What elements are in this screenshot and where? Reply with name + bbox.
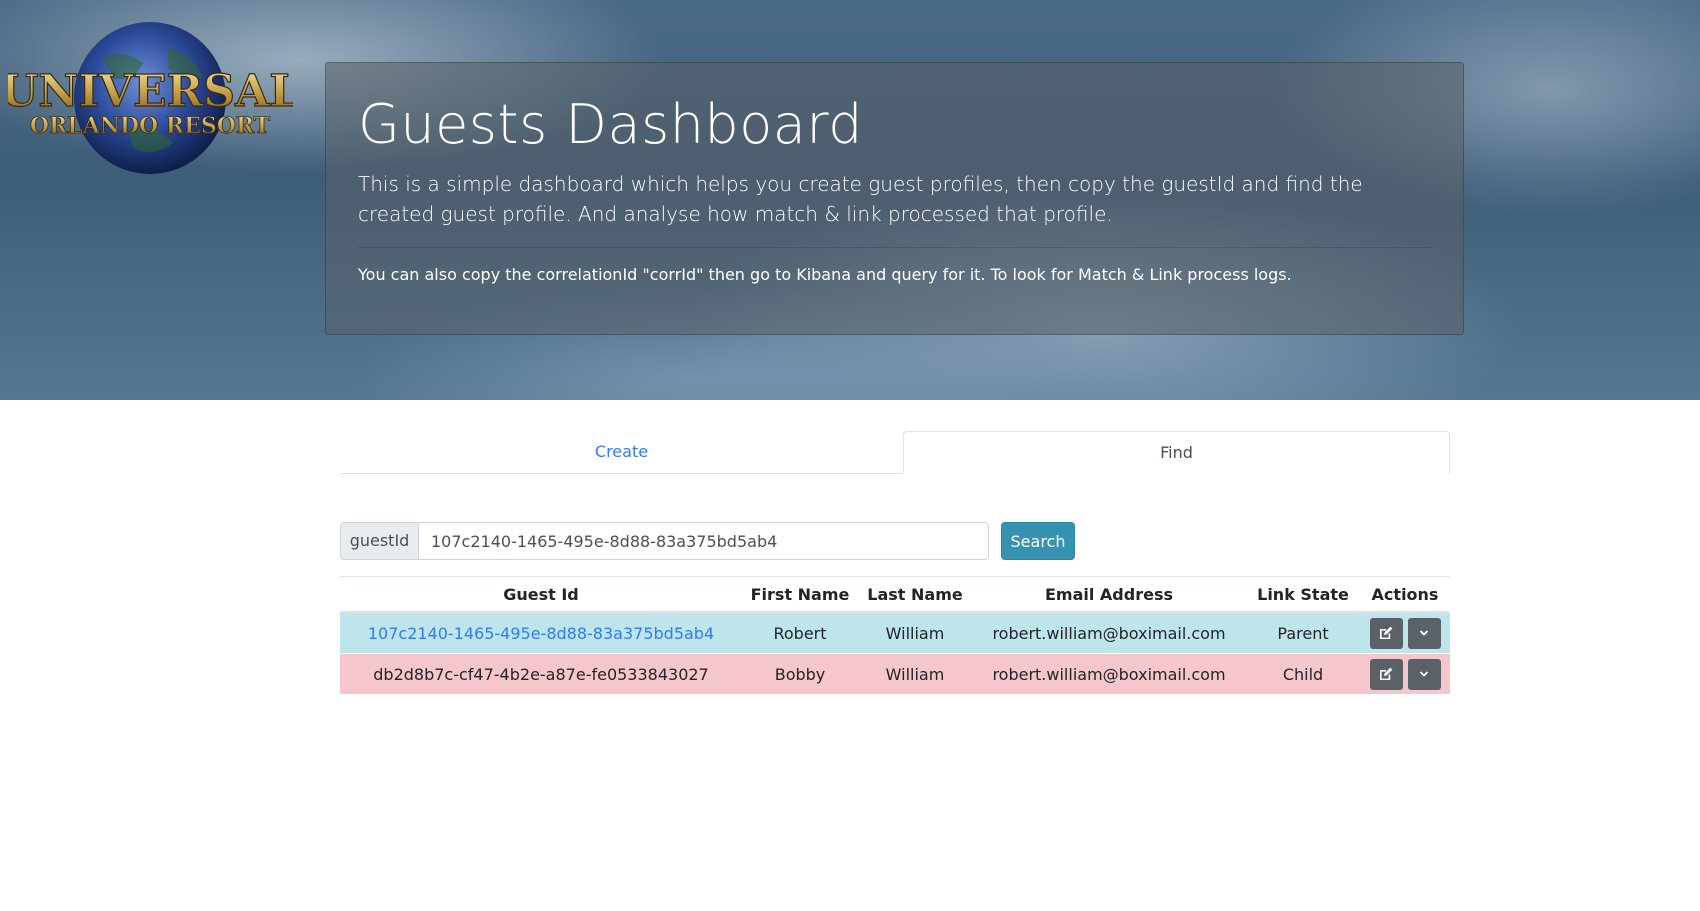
link-state-cell: Child <box>1246 653 1360 694</box>
expand-button[interactable] <box>1407 617 1441 649</box>
tab-create[interactable]: Create <box>340 431 903 474</box>
column-header-email: Email Address <box>972 576 1246 613</box>
guestid-search-input[interactable] <box>419 522 989 560</box>
intro-note: You can also copy the correlationId "cor… <box>358 265 1292 284</box>
first-name-cell: Bobby <box>742 653 858 694</box>
email-cell: robert.william@boximail.com <box>972 653 1246 694</box>
search-button[interactable]: Search <box>1001 522 1075 560</box>
guest-results-table: Guest Id First Name Last Name Email Addr… <box>340 576 1450 694</box>
intro-lead: This is a simple dashboard which helps y… <box>358 172 1363 226</box>
actions-cell <box>1360 653 1450 694</box>
page-title: Guests Dashboard <box>358 93 863 156</box>
table-header-row: Guest Id First Name Last Name Email Addr… <box>340 576 1450 613</box>
column-header-first-name: First Name <box>742 576 858 613</box>
edit-icon <box>1380 626 1393 639</box>
hero-banner: UNIVERSAL ORLANDO RESORT Guests Dashboar… <box>0 0 1700 400</box>
table-row: db2d8b7c-cf47-4b2e-a87e-fe0533843027 Bob… <box>340 653 1450 694</box>
edit-icon <box>1380 667 1393 680</box>
guestid-addon-label: guestId <box>340 522 419 560</box>
chevron-down-icon <box>1419 630 1429 636</box>
column-header-guest-id: Guest Id <box>340 576 742 613</box>
tab-bar: Create Find <box>340 431 1450 474</box>
link-state-cell: Parent <box>1246 611 1360 654</box>
column-header-link-state: Link State <box>1246 576 1360 613</box>
svg-text:UNIVERSAL: UNIVERSAL <box>8 66 293 117</box>
guest-id-link[interactable]: 107c2140-1465-495e-8d88-83a375bd5ab4 <box>368 624 714 643</box>
guest-search-group: guestId <box>340 522 989 560</box>
svg-text:ORLANDO RESORT: ORLANDO RESORT <box>30 113 271 139</box>
divider <box>358 247 1433 248</box>
universal-orlando-logo: UNIVERSAL ORLANDO RESORT <box>8 18 293 178</box>
last-name-cell: William <box>858 611 972 654</box>
edit-button[interactable] <box>1369 658 1403 690</box>
edit-button[interactable] <box>1369 617 1403 649</box>
first-name-cell: Robert <box>742 611 858 654</box>
column-header-actions: Actions <box>1360 576 1450 613</box>
chevron-down-icon <box>1419 671 1429 677</box>
expand-button[interactable] <box>1407 658 1441 690</box>
tab-find[interactable]: Find <box>903 431 1450 474</box>
guest-id-cell: db2d8b7c-cf47-4b2e-a87e-fe0533843027 <box>340 653 742 694</box>
actions-cell <box>1360 611 1450 654</box>
last-name-cell: William <box>858 653 972 694</box>
intro-panel: Guests Dashboard This is a simple dashbo… <box>325 62 1464 335</box>
table-row: 107c2140-1465-495e-8d88-83a375bd5ab4 Rob… <box>340 611 1450 654</box>
email-cell: robert.william@boximail.com <box>972 611 1246 654</box>
column-header-last-name: Last Name <box>858 576 972 613</box>
